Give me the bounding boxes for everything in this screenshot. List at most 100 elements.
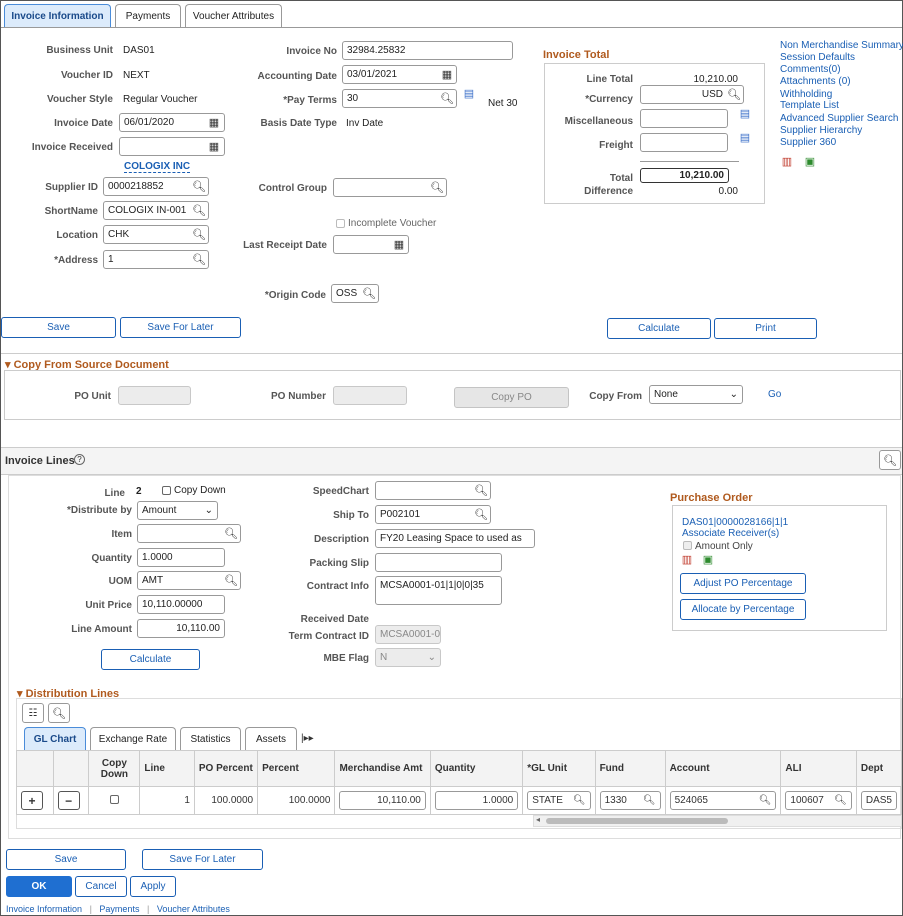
incomplete-voucher-checkbox[interactable] [336,219,345,228]
grid-settings-icon[interactable]: ☷ [22,703,44,723]
copy-down-row-checkbox[interactable] [109,794,119,804]
save-button[interactable]: Save [1,317,116,338]
link-advanced-supplier-search[interactable]: Advanced Supplier Search [780,113,898,124]
footer-link-payments[interactable]: Payments [99,904,139,914]
tab-invoice-information[interactable]: Invoice Information [4,4,111,27]
tab-payments[interactable]: Payments [115,4,181,27]
excel-export-icon[interactable]: ▣ [701,552,715,566]
search-icon[interactable]: 🔍︎ [727,87,741,101]
footer-link-invoice-information[interactable]: Invoice Information [6,904,82,914]
invoice-no-field[interactable]: 32984.25832 [342,41,513,60]
add-row-button[interactable]: + [21,791,43,810]
fund-field[interactable]: 1330 🔍︎ [599,791,661,810]
help-icon[interactable]: ? [74,454,85,465]
calculate-button[interactable]: Calculate [607,318,711,339]
search-icon[interactable]: 🔍︎ [474,483,488,497]
copy-down-checkbox[interactable] [162,486,171,495]
search-icon[interactable]: 🔍︎ [48,703,70,723]
freight-field[interactable] [640,133,728,152]
scroll-left-icon[interactable]: ◂ [536,815,540,824]
tab-voucher-attributes[interactable]: Voucher Attributes [185,4,282,27]
cancel-button[interactable]: Cancel [75,876,127,897]
search-icon[interactable]: 🔍︎ [440,91,454,105]
description-field[interactable]: FY20 Leasing Space to used as [375,529,535,548]
search-icon[interactable]: 🔍︎ [759,795,772,806]
search-icon[interactable]: 🔍︎ [474,507,488,521]
contract-info-field[interactable]: MCSA0001-01|1|0|0|35 [375,576,502,605]
unit-price-field[interactable]: 10,110.00000 [137,595,225,614]
link-withholding[interactable]: Withholding [780,89,832,100]
link-supplier-hierarchy[interactable]: Supplier Hierarchy [780,125,862,136]
quantity-field[interactable]: 1.0000 [137,548,225,567]
search-icon[interactable]: 🔍︎ [834,795,847,806]
ok-button[interactable]: OK [6,876,72,897]
search-icon[interactable]: 🔍︎ [224,573,238,587]
link-template-list[interactable]: Template List [780,100,839,111]
search-icon[interactable]: 🔍︎ [224,526,238,540]
detail-page-icon[interactable]: ▤ [738,130,752,144]
distribute-by-select[interactable]: Amount ⌄ [137,501,218,520]
horizontal-scrollbar[interactable]: ◂ [533,815,902,827]
distribution-grid: Copy Down Line PO Percent Percent Mercha… [16,750,903,815]
shortname-label: ShortName [44,206,98,217]
quantity-row-field[interactable]: 1.0000 [434,791,519,810]
link-session-defaults[interactable]: Session Defaults [780,52,855,63]
dept-field[interactable]: DAS5 [860,791,897,810]
line-calculate-button[interactable]: Calculate [101,649,200,670]
allocate-by-percentage-button[interactable]: Allocate by Percentage [680,599,806,620]
search-icon[interactable]: 🔍︎ [192,252,206,266]
unit-price-value: 10,110.00000 [142,599,203,610]
search-icon[interactable]: 🔍︎ [430,180,444,194]
invoice-lines-title: Invoice Lines [5,455,75,467]
po-unit-field[interactable] [118,386,191,405]
packing-slip-field[interactable] [375,553,502,572]
account-field[interactable]: 524065 🔍︎ [669,791,777,810]
apply-button[interactable]: Apply [130,876,176,897]
chart-icon[interactable]: ▥ [680,552,694,566]
line-amount-field[interactable]: 10,110.00 [137,619,225,638]
po-number-field[interactable] [333,386,407,405]
chart-icon[interactable]: ▥ [780,154,794,168]
print-button[interactable]: Print [714,318,817,339]
link-supplier-360[interactable]: Supplier 360 [780,137,836,148]
detail-page-icon[interactable]: ▤ [462,86,476,100]
po-reference-link[interactable]: DAS01|0000028166|1|1 [682,517,788,528]
link-comments[interactable]: Comments(0) [780,64,841,75]
footer-save-for-later-button[interactable]: Save For Later [142,849,263,870]
scrollbar-thumb[interactable] [546,818,728,824]
search-icon[interactable]: 🔍︎ [192,227,206,241]
footer-save-button[interactable]: Save [6,849,126,870]
tab-exchange-rate[interactable]: Exchange Rate [90,727,176,750]
ali-field[interactable]: 100607 🔍︎ [785,791,852,810]
search-icon[interactable]: 🔍︎ [879,450,901,470]
delete-row-button[interactable]: − [57,791,80,810]
detail-page-icon[interactable]: ▤ [738,106,752,120]
link-non-merchandise-summary[interactable]: Non Merchandise Summary [780,40,903,51]
search-icon[interactable]: 🔍︎ [643,795,656,806]
search-icon[interactable]: 🔍︎ [573,795,586,806]
link-attachments[interactable]: Attachments (0) [780,76,851,87]
tab-assets[interactable]: Assets [245,727,297,750]
search-icon[interactable]: 🔍︎ [192,203,206,217]
show-all-columns-icon[interactable]: |▸▸ [301,733,314,744]
calendar-icon[interactable]: ▦ [440,67,454,81]
calendar-icon[interactable]: ▦ [207,115,221,129]
copy-po-button[interactable]: Copy PO [454,387,569,408]
calendar-icon[interactable]: ▦ [392,237,406,251]
excel-export-icon[interactable]: ▣ [803,154,817,168]
gl-unit-field[interactable]: STATE 🔍︎ [527,791,591,810]
save-for-later-button[interactable]: Save For Later [120,317,241,338]
search-icon[interactable]: 🔍︎ [362,286,376,300]
merchandise-amt-field[interactable]: 10,110.00 [339,791,426,810]
adjust-po-percentage-button[interactable]: Adjust PO Percentage [680,573,806,594]
miscellaneous-field[interactable] [640,109,728,128]
copy-from-select[interactable]: None ⌄ [649,385,743,404]
go-link[interactable]: Go [768,389,781,400]
tab-statistics[interactable]: Statistics [180,727,241,750]
supplier-name-link[interactable]: COLOGIX INC [124,161,191,173]
associate-receiver-link[interactable]: Associate Receiver(s) [682,528,779,539]
footer-link-voucher-attributes[interactable]: Voucher Attributes [157,904,230,914]
search-icon[interactable]: 🔍︎ [192,179,206,193]
tab-gl-chart[interactable]: GL Chart [24,727,86,750]
calendar-icon[interactable]: ▦ [207,139,221,153]
